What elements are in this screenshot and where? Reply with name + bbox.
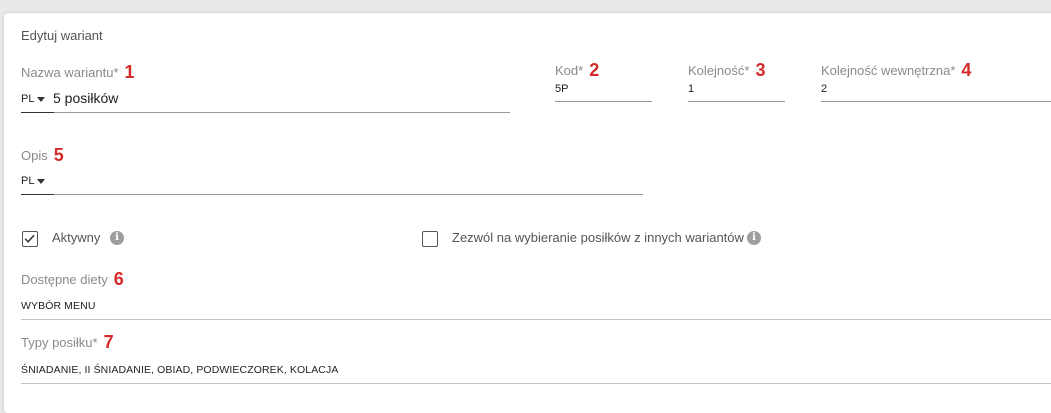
info-icon[interactable]: i [747, 231, 761, 245]
marker-2: 2 [589, 60, 600, 80]
info-icon[interactable]: i [110, 231, 124, 245]
variant-name-underline [54, 112, 510, 113]
internal-order-input[interactable]: 2 [821, 83, 827, 95]
meal-types-underline [21, 383, 1051, 384]
chevron-down-icon [37, 178, 46, 184]
description-input[interactable] [56, 172, 642, 192]
description-underline [54, 194, 643, 195]
variant-name-label: Nazwa wariantu* 1 [21, 62, 135, 82]
code-input[interactable]: 5P [555, 83, 568, 95]
code-label: Kod* 2 [555, 60, 600, 80]
variant-name-input[interactable]: 5 posiłków [53, 90, 118, 106]
code-underline [555, 101, 652, 102]
meal-types-label: Typy posiłku* 7 [21, 332, 114, 352]
lang-underline [21, 112, 54, 113]
marker-6: 6 [113, 269, 124, 289]
marker-5: 5 [53, 145, 64, 165]
marker-3: 3 [755, 60, 766, 80]
order-underline [688, 101, 785, 102]
meal-types-select[interactable]: ŚNIADANIE, II ŚNIADANIE, OBIAD, PODWIECZ… [21, 364, 338, 376]
page-title: Edytuj wariant [21, 28, 103, 43]
description-lang-select[interactable]: PL [21, 175, 46, 187]
check-icon [24, 234, 35, 243]
order-label: Kolejność* 3 [688, 60, 766, 80]
marker-7: 7 [103, 332, 114, 352]
internal-order-underline [821, 101, 1051, 102]
description-label: Opis 5 [21, 145, 64, 165]
marker-1: 1 [124, 62, 135, 82]
active-label: Aktywny [52, 230, 101, 245]
diets-select[interactable]: WYBÓR MENU [21, 300, 96, 312]
order-input[interactable]: 1 [688, 83, 694, 95]
chevron-down-icon [37, 96, 46, 102]
active-checkbox[interactable] [22, 231, 38, 247]
diets-label: Dostępne diety 6 [21, 269, 124, 289]
variant-name-lang-select[interactable]: PL [21, 93, 46, 105]
internal-order-label: Kolejność wewnętrzna* 4 [821, 60, 972, 80]
allow-other-variants-label: Zezwól na wybieranie posiłków z innych w… [452, 230, 744, 245]
description-lang-underline [21, 194, 54, 195]
diets-underline [21, 319, 1051, 320]
allow-other-variants-checkbox[interactable] [422, 231, 438, 247]
marker-4: 4 [961, 60, 972, 80]
